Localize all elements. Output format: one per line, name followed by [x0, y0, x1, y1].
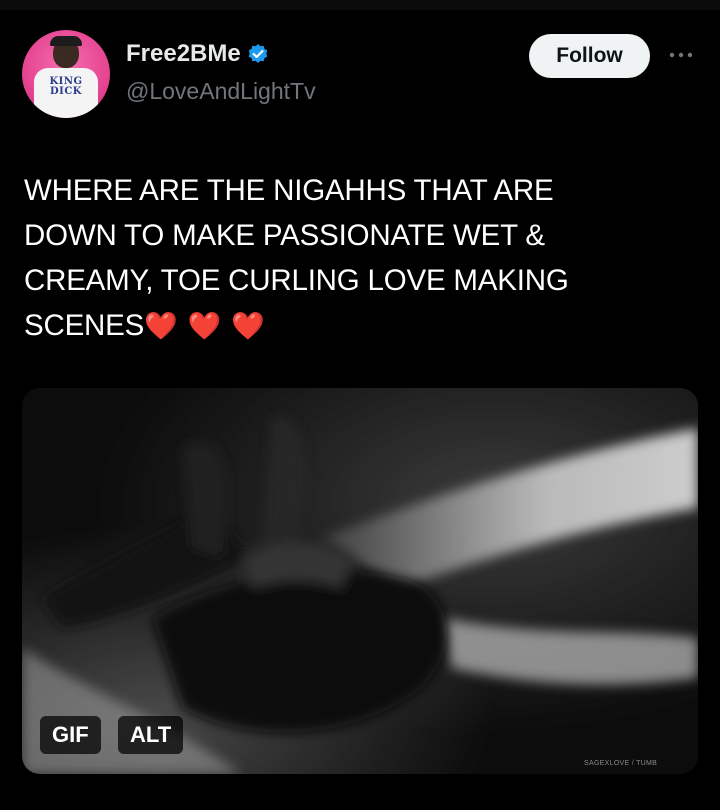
tweet-line: SCENES — [24, 309, 145, 342]
user-handle[interactable]: @LoveAndLightTv — [126, 78, 316, 105]
avatar-shirt: KING DICK — [34, 68, 98, 118]
top-strip — [0, 0, 720, 10]
tweet-line: DOWN TO MAKE PASSIONATE WET & — [24, 219, 545, 252]
avatar[interactable]: KING DICK — [22, 30, 110, 118]
heart-emoji-icons: ❤️❤️❤️ — [144, 311, 275, 342]
verified-badge-icon — [247, 43, 269, 65]
tweet-line: WHERE ARE THE NIGAHHS THAT ARE — [24, 174, 554, 207]
avatar-shirt-text: KING DICK — [49, 76, 83, 97]
media-watermark: SAGEXLOVE / TUMB — [584, 760, 658, 767]
display-name[interactable]: Free2BMe — [126, 40, 241, 68]
follow-button[interactable]: Follow — [529, 34, 650, 78]
tweet-text: WHERE ARE THE NIGAHHS THAT ARE DOWN TO M… — [24, 168, 664, 349]
display-name-row[interactable]: Free2BMe — [126, 40, 269, 68]
avatar-cap — [50, 36, 82, 46]
tweet-line-last: SCENES❤️❤️❤️ — [24, 303, 664, 349]
more-horizontal-icon[interactable] — [664, 40, 698, 70]
tweet-line: CREAMY, TOE CURLING LOVE MAKING — [24, 264, 569, 297]
alt-text-badge[interactable]: ALT — [118, 716, 184, 754]
gif-badge[interactable]: GIF — [40, 716, 101, 754]
